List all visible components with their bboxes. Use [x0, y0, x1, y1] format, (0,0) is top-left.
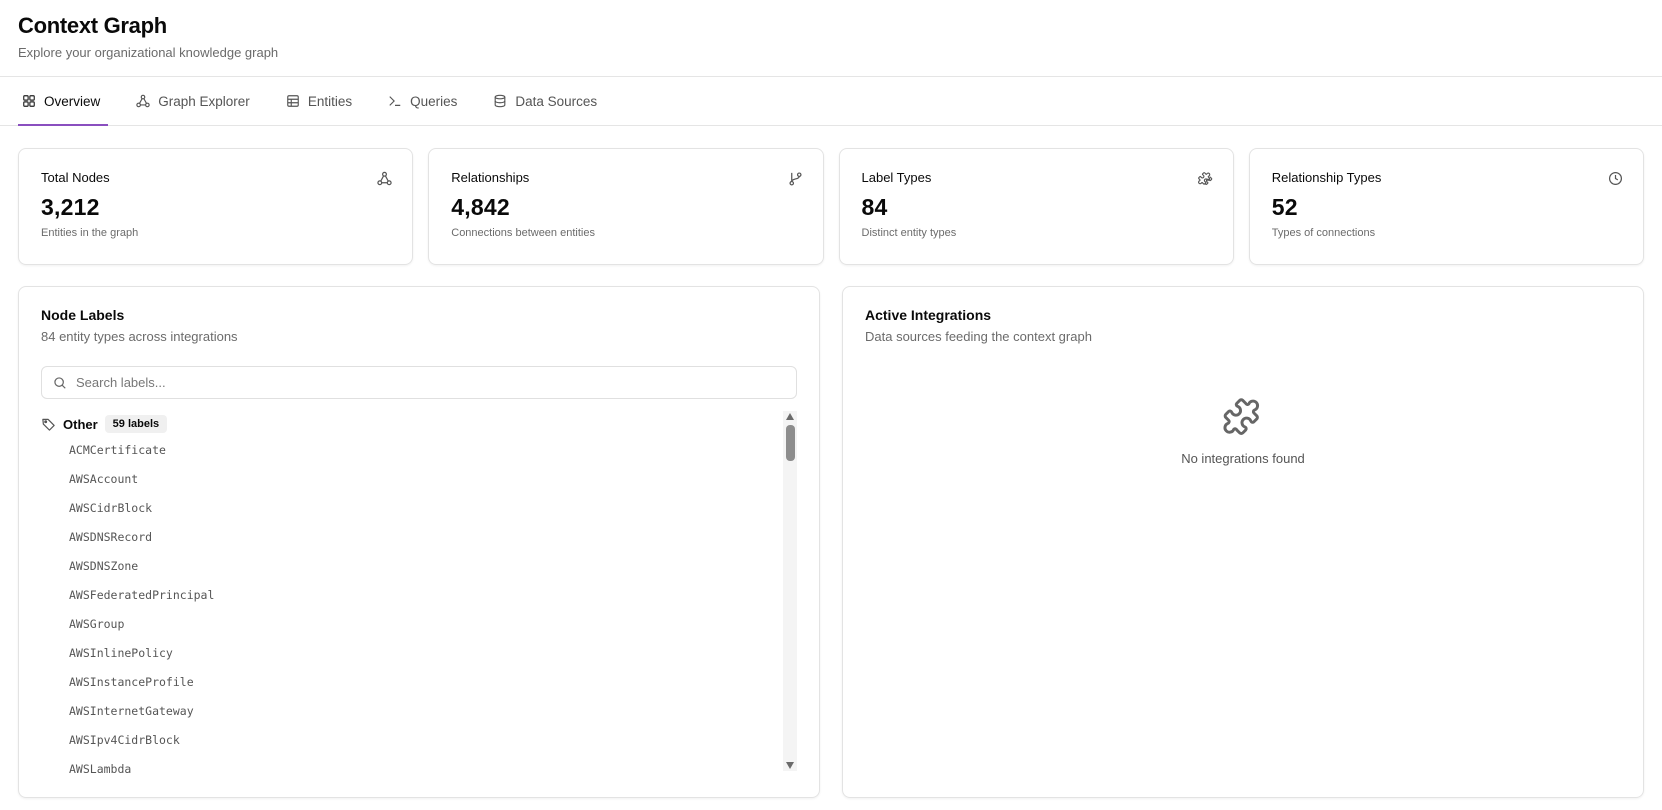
stat-title: Relationships: [451, 170, 530, 185]
label-item[interactable]: AWSInternetGateway: [41, 704, 797, 733]
panels-row: Node Labels 84 entity types across integ…: [0, 265, 1662, 798]
label-item[interactable]: AWSCidrBlock: [41, 501, 797, 530]
label-group-name: Other: [63, 416, 98, 432]
label-item[interactable]: AWSDNSZone: [41, 559, 797, 588]
tab-overview[interactable]: Overview: [18, 77, 109, 126]
tab-queries[interactable]: Queries: [384, 77, 461, 125]
tab-graph-explorer[interactable]: Graph Explorer: [132, 77, 254, 125]
stat-description: Distinct entity types: [861, 227, 957, 239]
stat-description: Types of connections: [1271, 227, 1376, 239]
puzzle-icon: [1197, 172, 1213, 185]
stat-card-total-nodes: Total Nodes 3,212 Entities in the graph: [18, 148, 414, 265]
tab-label: Graph Explorer: [158, 93, 250, 109]
stat-title: Total Nodes: [41, 170, 110, 185]
page-subtitle: Explore your organizational knowledge gr…: [18, 45, 279, 60]
stat-card-label-types: Label Types 84 Distinct entity types: [838, 148, 1234, 265]
panel-title: Node Labels: [41, 307, 125, 323]
terminal-icon: [389, 96, 401, 106]
panel-title: Active Integrations: [865, 307, 992, 323]
panel-subtitle: Data sources feeding the context graph: [865, 329, 1092, 344]
label-item[interactable]: AWSDNSRecord: [41, 530, 797, 559]
node-labels-panel: Node Labels 84 entity types across integ…: [18, 286, 820, 798]
stat-value: 4,842: [451, 194, 510, 220]
empty-state-text: No integrations found: [1181, 451, 1305, 466]
stat-card-relationship-types: Relationship Types 52 Types of connectio…: [1248, 148, 1644, 265]
label-item[interactable]: AWSIpv4CidrBlock: [41, 733, 797, 762]
label-item[interactable]: AWSLambda: [41, 762, 797, 791]
git-branch-icon: [788, 172, 802, 186]
label-list-scrollbar[interactable]: [783, 411, 797, 771]
tag-icon: [42, 418, 55, 431]
search-input[interactable]: [76, 375, 796, 390]
label-list-container: Other 59 labels ACMCertificate AWSAccoun…: [41, 411, 797, 778]
graph-nodes-icon: [136, 94, 150, 108]
page-header: Context Graph Explore your organizationa…: [0, 0, 1662, 77]
stat-title: Label Types: [861, 170, 932, 185]
puzzle-icon: [1223, 398, 1260, 435]
clock-icon: [1608, 171, 1623, 186]
stat-card-relationships: Relationships 4,842 Connections between …: [428, 148, 824, 265]
stat-description: Entities in the graph: [41, 227, 139, 239]
graph-nodes-icon: [377, 171, 392, 186]
scroll-down-arrow[interactable]: [786, 762, 794, 769]
label-item[interactable]: ACMCertificate: [41, 443, 797, 472]
stat-value: 84: [861, 194, 888, 220]
grid-icon: [23, 95, 35, 107]
database-icon: [494, 94, 506, 108]
scroll-up-arrow[interactable]: [786, 413, 794, 420]
tab-label: Overview: [44, 93, 101, 109]
stat-title: Relationship Types: [1271, 170, 1382, 185]
tab-label: Data Sources: [515, 93, 598, 109]
label-group-header[interactable]: Other 59 labels: [41, 413, 797, 435]
label-count-badge: 59 labels: [104, 415, 168, 433]
stat-value: 52: [1271, 194, 1298, 220]
label-list: ACMCertificate AWSAccount AWSCidrBlock A…: [41, 443, 797, 791]
label-item[interactable]: AWSGroup: [41, 617, 797, 646]
panel-subtitle: 84 entity types across integrations: [41, 329, 238, 344]
table-icon: [286, 95, 299, 107]
page-title: Context Graph: [18, 13, 167, 38]
stat-description: Connections between entities: [451, 227, 595, 239]
tab-bar: Overview Graph Explorer Entities Queries…: [0, 77, 1662, 126]
label-search: [41, 366, 797, 399]
active-integrations-panel: Active Integrations Data sources feeding…: [842, 286, 1644, 798]
label-item[interactable]: AWSFederatedPrincipal: [41, 588, 797, 617]
empty-state: No integrations found: [865, 394, 1621, 466]
tab-label: Queries: [410, 93, 458, 109]
stat-value: 3,212: [41, 194, 100, 220]
stats-row: Total Nodes 3,212 Entities in the graph …: [0, 126, 1662, 265]
search-icon: [54, 376, 66, 389]
label-item[interactable]: AWSInstanceProfile: [41, 675, 797, 704]
tab-data-sources[interactable]: Data Sources: [489, 77, 601, 125]
tab-label: Entities: [307, 93, 353, 109]
scroll-thumb[interactable]: [786, 425, 795, 461]
label-item[interactable]: AWSInlinePolicy: [41, 646, 797, 675]
tab-entities[interactable]: Entities: [282, 77, 356, 125]
label-item[interactable]: AWSAccount: [41, 472, 797, 501]
